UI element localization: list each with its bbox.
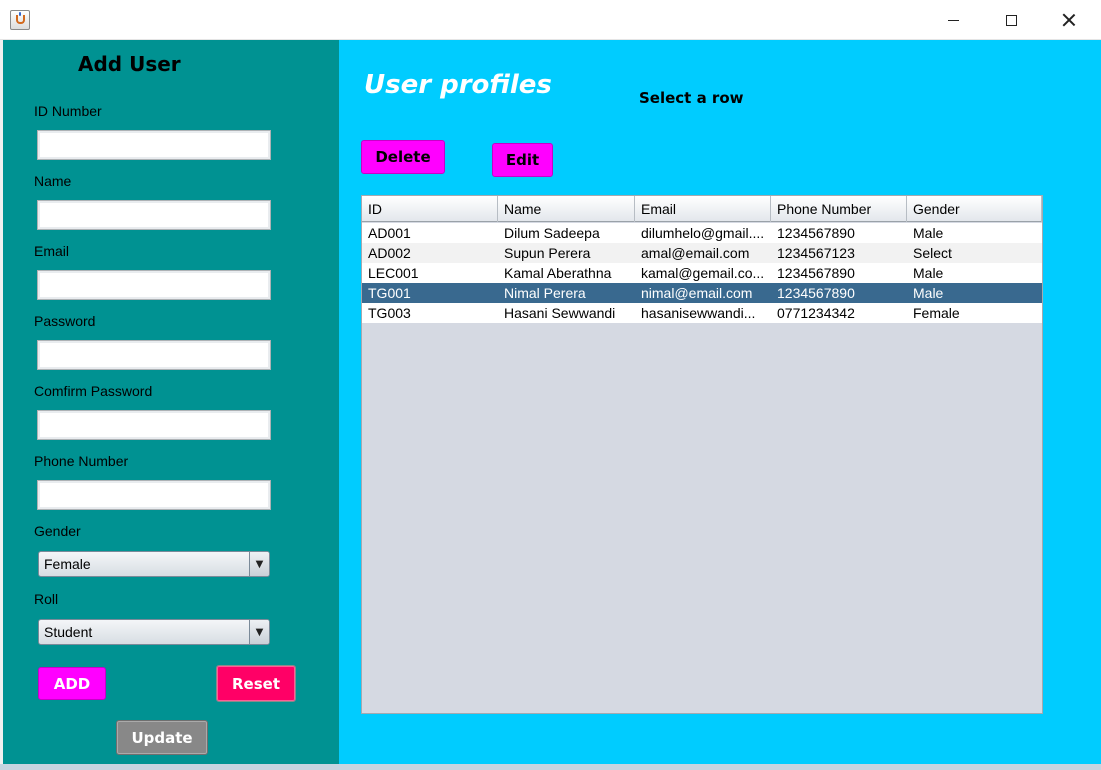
- email-label: Email: [34, 243, 70, 259]
- table-body: AD001 Dilum Sadeepa dilumhelo@gmail.... …: [362, 223, 1042, 323]
- maximize-button[interactable]: [988, 0, 1034, 40]
- reset-button[interactable]: Reset: [216, 665, 296, 702]
- cell-email: amal@email.com: [641, 245, 750, 261]
- cell-name: Nimal Perera: [504, 285, 586, 301]
- cell-id: LEC001: [368, 265, 419, 281]
- name-label: Name: [34, 173, 72, 189]
- cell-name: Supun Perera: [504, 245, 591, 261]
- delete-button[interactable]: Delete: [361, 140, 445, 174]
- gender-select[interactable]: Female ▼: [38, 551, 270, 577]
- cell-id: TG001: [368, 285, 411, 301]
- close-icon: [1062, 13, 1076, 27]
- cell-gender: Male: [913, 285, 944, 301]
- add-user-title: Add User: [78, 52, 181, 76]
- confirm-password-label: Comfirm Password: [34, 383, 153, 399]
- gender-select-value: Female: [44, 556, 91, 572]
- select-row-hint: Select a row: [639, 89, 744, 107]
- table-row[interactable]: AD002 Supun Perera amal@email.com 123456…: [362, 243, 1042, 263]
- column-header-phone[interactable]: Phone Number: [771, 196, 907, 222]
- email-field[interactable]: [37, 270, 271, 300]
- cell-email: kamal@gemail.co...: [641, 265, 765, 281]
- phone-number-label: Phone Number: [34, 453, 129, 469]
- column-header-gender[interactable]: Gender: [907, 196, 1042, 222]
- cell-phone: 1234567123: [777, 245, 855, 261]
- java-cup-icon[interactable]: [10, 10, 30, 30]
- name-field[interactable]: [37, 200, 271, 230]
- chevron-down-icon[interactable]: ▼: [249, 620, 269, 644]
- cell-phone: 1234567890: [777, 225, 855, 241]
- user-profiles-panel: User profiles Select a row Delete Edit I…: [339, 40, 1101, 766]
- id-number-field[interactable]: [37, 130, 271, 160]
- table-row-selected[interactable]: TG001 Nimal Perera nimal@email.com 12345…: [362, 283, 1042, 303]
- minimize-icon: [947, 19, 959, 21]
- window-bottom-edge: [0, 764, 1101, 770]
- cell-gender: Female: [913, 305, 960, 321]
- column-header-name[interactable]: Name: [498, 196, 635, 222]
- cell-gender: Male: [913, 265, 944, 281]
- close-button[interactable]: [1046, 0, 1092, 40]
- table-header: ID Name Email Phone Number Gender: [362, 196, 1042, 222]
- cell-email: hasanisewwandi...: [641, 305, 756, 321]
- cell-id: AD002: [368, 245, 411, 261]
- update-button[interactable]: Update: [116, 720, 208, 755]
- add-button[interactable]: ADD: [38, 667, 106, 700]
- minimize-button[interactable]: [930, 0, 976, 40]
- gender-label: Gender: [34, 523, 81, 539]
- confirm-password-field[interactable]: [37, 410, 271, 440]
- cell-email: nimal@email.com: [641, 285, 753, 301]
- table-row[interactable]: AD001 Dilum Sadeepa dilumhelo@gmail.... …: [362, 223, 1042, 243]
- id-number-label: ID Number: [34, 103, 102, 119]
- cell-phone: 1234567890: [777, 285, 855, 301]
- chevron-down-icon[interactable]: ▼: [249, 552, 269, 576]
- cell-gender: Select: [913, 245, 952, 261]
- roll-select-value: Student: [44, 624, 93, 640]
- window-titlebar: [0, 0, 1101, 40]
- cell-phone: 0771234342: [777, 305, 855, 321]
- phone-number-field[interactable]: [37, 480, 271, 510]
- maximize-icon: [1005, 14, 1017, 26]
- cell-email: dilumhelo@gmail....: [641, 225, 765, 241]
- page-title: User profiles: [364, 70, 552, 100]
- password-label: Password: [34, 313, 96, 329]
- cell-id: AD001: [368, 225, 411, 241]
- cell-name: Dilum Sadeepa: [504, 225, 600, 241]
- column-header-id[interactable]: ID: [362, 196, 498, 222]
- roll-select[interactable]: Student ▼: [38, 619, 270, 645]
- user-table[interactable]: ID Name Email Phone Number Gender AD001 …: [361, 195, 1043, 714]
- cell-name: Hasani Sewwandi: [504, 305, 616, 321]
- column-header-email[interactable]: Email: [635, 196, 771, 222]
- cell-id: TG003: [368, 305, 411, 321]
- add-user-panel: Add User ID Number Name Email Password C…: [3, 40, 339, 764]
- table-row[interactable]: TG003 Hasani Sewwandi hasanisewwandi... …: [362, 303, 1042, 323]
- cell-gender: Male: [913, 225, 944, 241]
- edit-button[interactable]: Edit: [492, 143, 553, 177]
- roll-label: Roll: [34, 591, 59, 607]
- password-field[interactable]: [37, 340, 271, 370]
- cell-name: Kamal Aberathna: [504, 265, 612, 281]
- cell-phone: 1234567890: [777, 265, 855, 281]
- table-row[interactable]: LEC001 Kamal Aberathna kamal@gemail.co..…: [362, 263, 1042, 283]
